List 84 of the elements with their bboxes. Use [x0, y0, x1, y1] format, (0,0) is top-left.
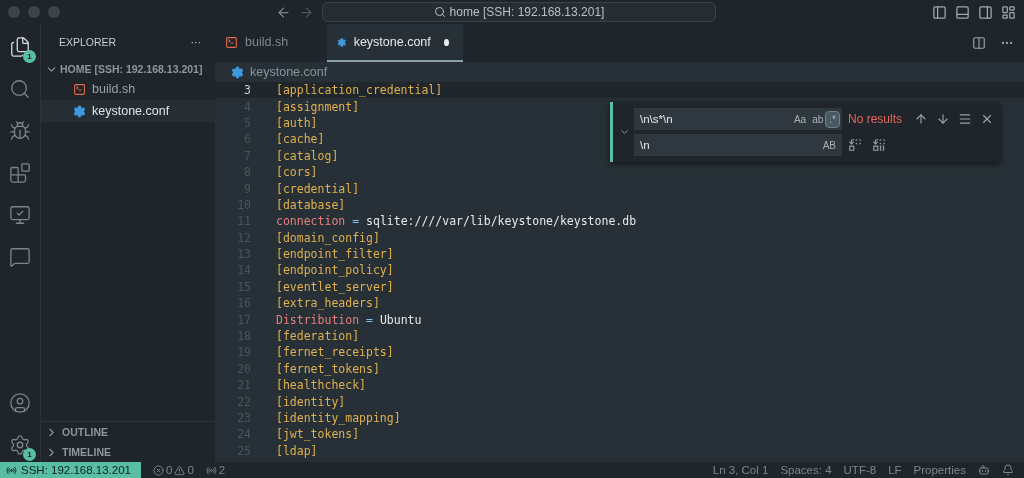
count-badge: 1 — [23, 50, 36, 63]
ports-status[interactable]: 2 — [205, 464, 226, 476]
find-result-text: No results — [847, 112, 902, 126]
problems-status[interactable]: 0 0 — [153, 464, 194, 476]
bug-icon[interactable] — [9, 120, 31, 142]
search-icon — [433, 6, 446, 18]
blocks-icon[interactable] — [9, 162, 31, 184]
remote-icon — [6, 464, 17, 476]
status-item[interactable]: Properties — [913, 464, 966, 476]
bell-icon[interactable] — [1002, 464, 1014, 476]
layout-icon[interactable] — [1001, 4, 1016, 20]
code-line: Distribution = Ubuntu — [276, 312, 422, 327]
code-line: [identity] — [276, 394, 346, 409]
previous-match-icon[interactable] — [914, 112, 928, 126]
chat-icon[interactable] — [9, 246, 31, 268]
gear-icon — [337, 35, 347, 49]
settings-icon[interactable] — [9, 434, 31, 456]
line-number: 3 — [243, 83, 251, 98]
code-line: [fernet_tokens] — [276, 361, 380, 376]
folder-item[interactable]: HOME [SSH: 192.168.13.201] — [41, 60, 215, 78]
code-line: [credential] — [276, 181, 360, 196]
status-item[interactable]: Ln 3, Col 1 — [712, 464, 769, 476]
find-option-button[interactable]: ab — [809, 111, 827, 127]
code-line: [fernet_receipts] — [276, 345, 394, 360]
replace-all-icon[interactable] — [871, 138, 886, 152]
count-badge: 1 — [23, 448, 36, 461]
code-line: [database] — [276, 197, 346, 212]
code-line: [auth] — [276, 115, 318, 130]
terminal-icon — [225, 35, 238, 49]
search-icon[interactable] — [9, 78, 31, 100]
remote-status[interactable]: SSH: 192.168.13.201 — [0, 462, 141, 478]
code-line: [application_credential] — [276, 83, 443, 98]
code-line: [assignment] — [276, 99, 360, 114]
warning-icon — [174, 464, 186, 476]
code-line: [identity_mapping] — [276, 411, 401, 425]
secondary-sidebar-icon[interactable] — [978, 4, 993, 20]
editor-tab[interactable]: keystone.conf — [327, 24, 463, 62]
code-line: connection = sqlite:////var/lib/keystone/keystone.db — [276, 214, 637, 229]
code-line: [extra_headers] — [276, 296, 380, 311]
monitor-icon[interactable] — [9, 204, 31, 226]
replace-icon[interactable] — [847, 138, 862, 152]
sidebar-title: EXPLORER — [59, 36, 117, 48]
code-line: [cors] — [276, 165, 318, 180]
antenna-icon — [205, 464, 217, 476]
code-line: [ldap] — [276, 443, 318, 458]
robot-icon[interactable] — [978, 464, 990, 476]
terminal-icon — [73, 82, 86, 96]
close-icon[interactable] — [980, 112, 994, 126]
error-icon — [153, 464, 164, 476]
status-item[interactable]: UTF-8 — [843, 464, 877, 476]
find-in-selection-icon[interactable] — [958, 112, 972, 126]
code-line: [eventlet_server] — [276, 279, 394, 294]
code-line: [catalog] — [276, 148, 339, 163]
section-header[interactable]: OUTLINE — [41, 422, 215, 442]
status-item[interactable]: LF — [888, 464, 902, 476]
files-icon[interactable] — [9, 36, 31, 58]
status-item[interactable]: Spaces: 4 — [780, 464, 832, 476]
replace-field[interactable]: \n AB — [633, 134, 842, 156]
code-line: [endpoint_policy] — [276, 263, 394, 278]
find-field[interactable]: \n\s*\n Aa ab .* — [633, 108, 842, 130]
editor-tab[interactable]: build.sh — [215, 24, 327, 62]
file-item[interactable]: keystone.conf — [41, 100, 215, 122]
command-search-field[interactable]: home [SSH: 192.168.13.201] — [322, 2, 716, 22]
gear-icon — [231, 65, 244, 79]
file-item[interactable]: build.sh — [41, 78, 215, 100]
code-line: [federation] — [276, 329, 360, 344]
code-line: [cache] — [276, 132, 325, 147]
code-line: [endpoint_filter] — [276, 247, 394, 262]
gear-icon — [73, 104, 86, 118]
find-option-button[interactable]: .* — [826, 111, 839, 127]
more-actions-button[interactable]: ··· — [190, 36, 201, 48]
account-icon[interactable] — [9, 392, 31, 414]
next-match-icon[interactable] — [936, 112, 950, 126]
panel-toggle-icon[interactable] — [955, 4, 970, 20]
code-line: [domain_config] — [276, 230, 380, 245]
sidebar-toggle-icon[interactable] — [932, 4, 947, 20]
preserve-case-button[interactable]: AB — [819, 137, 839, 153]
back-icon[interactable] — [276, 4, 291, 20]
breadcrumb[interactable]: keystone.conf — [215, 62, 1024, 82]
code-line: [jwt_tokens] — [276, 427, 360, 442]
code-line: [healthcheck] — [276, 378, 366, 393]
section-header[interactable]: TIMELINE — [41, 442, 215, 462]
find-option-button[interactable]: Aa — [790, 111, 810, 127]
split-editor-icon[interactable] — [972, 36, 986, 50]
